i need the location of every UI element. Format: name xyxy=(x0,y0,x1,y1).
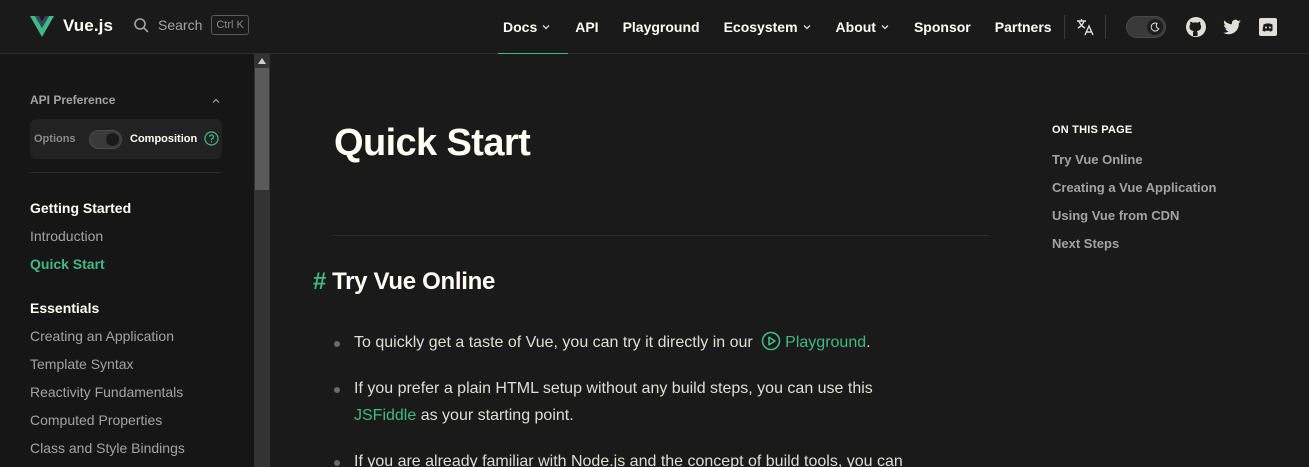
nav-divider xyxy=(1105,15,1106,39)
moon-icon xyxy=(1150,22,1160,32)
nav-link-label: Docs xyxy=(503,19,538,35)
search-shortcut-badge: Ctrl K xyxy=(211,15,249,35)
nav-link-label: Ecosystem xyxy=(723,19,798,35)
translate-icon[interactable] xyxy=(1074,16,1096,38)
outline-link-try-vue-online[interactable]: Try Vue Online xyxy=(1052,152,1143,167)
api-style-toggle[interactable] xyxy=(89,130,122,149)
list-item: If you are already familiar with Node.js… xyxy=(354,448,994,467)
options-api-label[interactable]: Options xyxy=(34,133,76,145)
composition-api-label[interactable]: Composition xyxy=(130,133,197,145)
on-this-page-title: ON THIS PAGE xyxy=(1052,124,1133,136)
list-item: If you prefer a plain HTML setup without… xyxy=(354,375,994,429)
logo-text: Vue.js xyxy=(63,16,114,35)
chevron-down-icon xyxy=(881,25,889,30)
heading-anchor-link[interactable]: # xyxy=(313,268,326,295)
sidebar-item-reactivity-fundamentals[interactable]: Reactivity Fundamentals xyxy=(30,384,183,400)
home-link[interactable]: Vue.js xyxy=(30,14,113,38)
list-item-text: as your starting point. xyxy=(420,407,574,424)
list-item-text: To quickly get a taste of Vue, you can t… xyxy=(354,334,753,351)
api-style-toggle-knob xyxy=(106,133,119,146)
sidebar-item-computed-properties[interactable]: Computed Properties xyxy=(30,412,162,428)
theme-toggle-knob xyxy=(1147,19,1163,35)
nav-link-api[interactable]: API xyxy=(575,0,598,54)
theme-toggle[interactable] xyxy=(1126,16,1166,38)
list-item-text: If you prefer a plain HTML setup without… xyxy=(354,380,873,397)
nav-divider xyxy=(1064,15,1065,39)
twitter-icon[interactable] xyxy=(1221,16,1243,38)
discord-icon[interactable] xyxy=(1257,16,1279,38)
search-button[interactable]: Search Ctrl K xyxy=(133,15,249,35)
section-heading-try-vue-online: # Try Vue Online xyxy=(313,268,495,296)
scroll-up-arrow-icon[interactable] xyxy=(257,57,267,65)
sidebar-item-quick-start[interactable]: Quick Start xyxy=(30,256,105,272)
sidebar: API Preference Options Composition Getti… xyxy=(0,54,254,467)
play-icon xyxy=(761,331,781,351)
nav-links: Docs API Playground Ecosystem About Spon… xyxy=(497,0,1052,54)
list-bullet xyxy=(334,460,340,466)
vue-logo-icon xyxy=(30,16,54,37)
nav-link-label: API xyxy=(575,19,599,35)
chevron-down-icon xyxy=(542,25,550,30)
nav-link-about[interactable]: About xyxy=(836,0,890,54)
sidebar-item-introduction[interactable]: Introduction xyxy=(30,228,103,244)
nav-link-ecosystem[interactable]: Ecosystem xyxy=(724,0,812,54)
sidebar-group-essentials: Essentials xyxy=(30,300,100,316)
sidebar-scrollbar[interactable] xyxy=(254,54,270,467)
list-bullet xyxy=(334,341,340,347)
nav-link-label: Partners xyxy=(994,19,1052,35)
sidebar-divider xyxy=(30,172,222,173)
nav-link-docs[interactable]: Docs xyxy=(497,0,569,54)
nav-link-label: Playground xyxy=(622,19,700,35)
search-label: Search xyxy=(158,17,203,33)
help-icon[interactable] xyxy=(204,131,219,146)
top-nav: Vue.js Search Ctrl K Docs API Playground… xyxy=(0,0,1309,54)
outline-link-next-steps[interactable]: Next Steps xyxy=(1052,236,1119,251)
title-divider xyxy=(334,235,989,236)
playground-link[interactable]: Playground xyxy=(785,334,866,351)
list-item-text: If you are already familiar with Node.js… xyxy=(354,453,903,467)
sidebar-item-class-and-style-bindings[interactable]: Class and Style Bindings xyxy=(30,440,185,456)
sidebar-item-creating-an-application[interactable]: Creating an Application xyxy=(30,328,174,344)
list-item-text: . xyxy=(866,334,871,351)
list-bullet xyxy=(334,387,340,393)
sidebar-group-getting-started: Getting Started xyxy=(30,200,132,216)
nav-link-partners[interactable]: Partners xyxy=(995,0,1052,54)
search-icon xyxy=(134,18,149,33)
scrollbar-thumb[interactable] xyxy=(255,68,269,190)
section-heading-text: Try Vue Online xyxy=(332,268,496,295)
chevron-up-icon[interactable] xyxy=(211,96,221,106)
list-item: To quickly get a taste of Vue, you can t… xyxy=(354,329,994,356)
page-title: Quick Start xyxy=(334,122,531,164)
outline-link-creating-a-vue-application[interactable]: Creating a Vue Application xyxy=(1052,180,1216,195)
api-preference-title: API Preference xyxy=(30,93,116,107)
sidebar-item-template-syntax[interactable]: Template Syntax xyxy=(30,356,134,372)
nav-link-sponsor[interactable]: Sponsor xyxy=(914,0,971,54)
nav-link-playground[interactable]: Playground xyxy=(623,0,700,54)
outline-link-using-vue-from-cdn[interactable]: Using Vue from CDN xyxy=(1052,208,1179,223)
chevron-down-icon xyxy=(803,25,810,30)
api-preference-switch: Options Composition xyxy=(30,119,222,159)
nav-link-label: About xyxy=(835,19,876,35)
jsfiddle-link[interactable]: JSFiddle xyxy=(354,407,416,424)
github-icon[interactable] xyxy=(1185,16,1207,38)
nav-link-label: Sponsor xyxy=(913,19,971,35)
